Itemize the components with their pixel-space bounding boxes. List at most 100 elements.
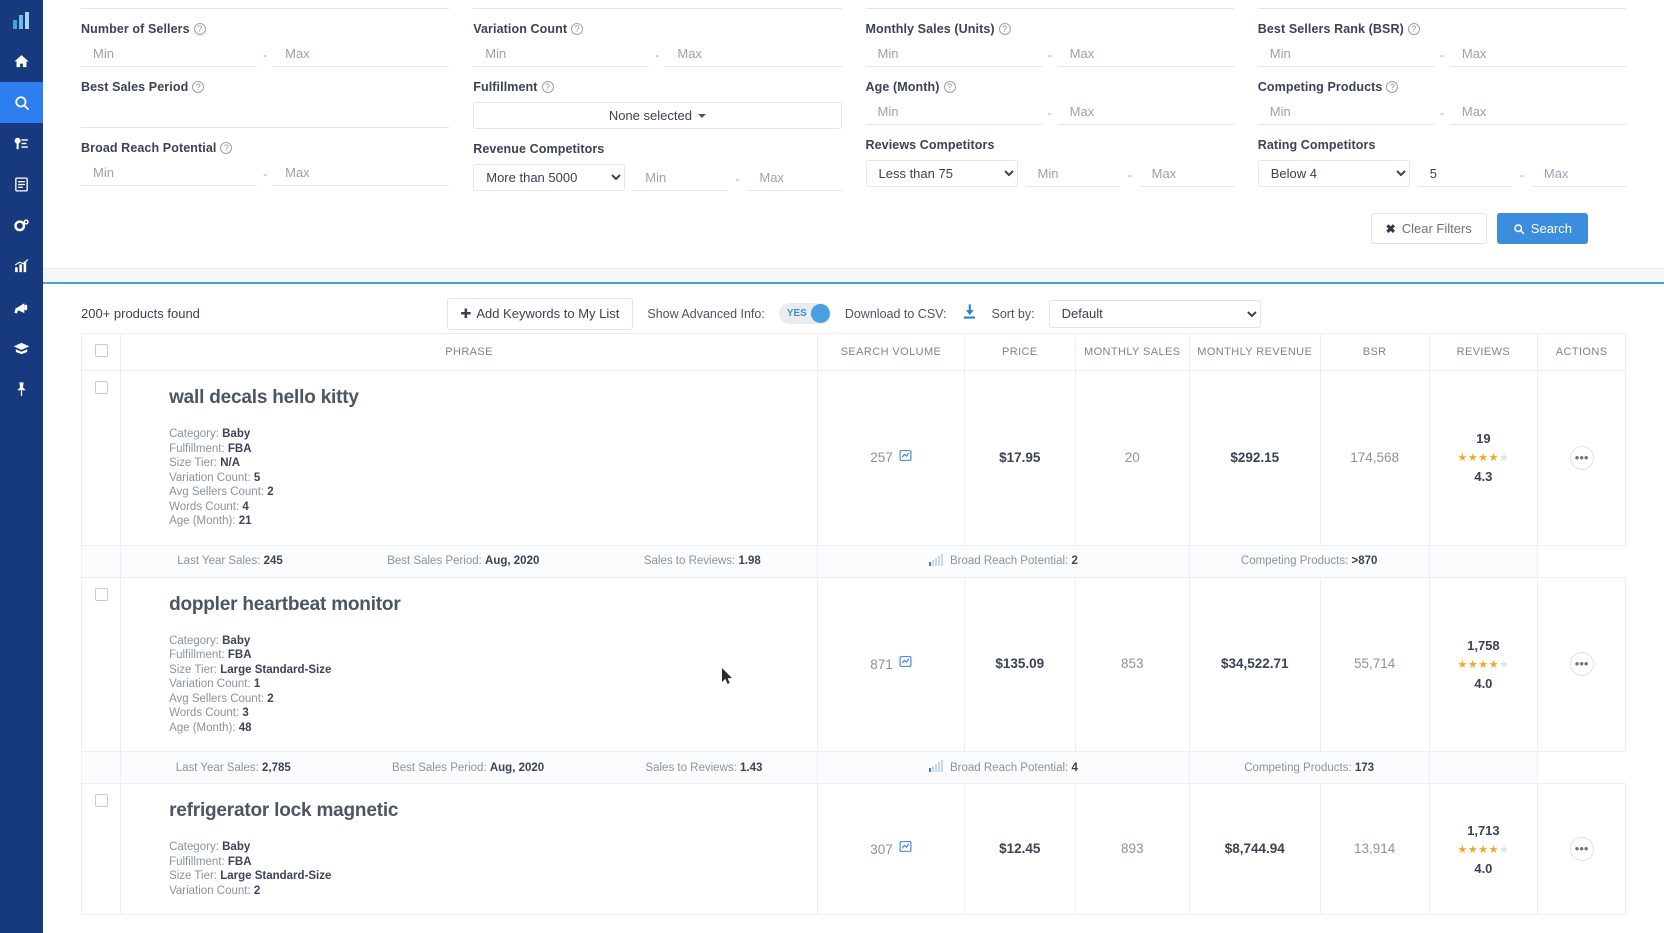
reviews-cell: 19 ★★★★★ 4.3	[1429, 371, 1538, 546]
max-input[interactable]	[273, 163, 449, 186]
max-input[interactable]	[273, 44, 449, 67]
sidebar-item-promotions[interactable]	[0, 287, 43, 328]
phrase-title[interactable]: refrigerator lock magnetic	[169, 800, 817, 822]
add-keywords-button[interactable]: ✚ Add Keywords to My List	[446, 298, 633, 330]
max-input[interactable]	[1058, 102, 1234, 125]
trend-chart-icon[interactable]	[899, 840, 912, 858]
row-actions-button[interactable]: •••	[1570, 837, 1594, 861]
app-logo[interactable]	[0, 0, 43, 41]
min-input[interactable]	[1026, 164, 1120, 187]
meta-value: Large Standard-Size	[220, 664, 331, 676]
sidebar-item-keywords[interactable]	[0, 123, 43, 164]
help-icon[interactable]: ?	[192, 81, 204, 93]
reviews-competitors-select[interactable]: Less than 75	[866, 160, 1018, 187]
table-body: wall decals hello kitty Category: BabyFu…	[82, 371, 1626, 915]
min-input[interactable]	[866, 44, 1042, 67]
min-input[interactable]	[81, 44, 257, 67]
broad-reach-cell: Broad Reach Potential: 2	[818, 545, 1190, 577]
meta-value: Baby	[222, 428, 250, 440]
col-monthly-sales[interactable]: MONTHLY SALES	[1075, 334, 1189, 371]
table-row[interactable]: refrigerator lock magnetic Category: Bab…	[82, 784, 1626, 915]
toggle-value: YES	[787, 308, 807, 319]
row-checkbox[interactable]	[95, 794, 108, 807]
trend-chart-icon[interactable]	[899, 449, 912, 467]
col-search-volume[interactable]: SEARCH VOLUME	[818, 334, 965, 371]
max-input[interactable]	[1058, 44, 1234, 67]
help-icon[interactable]: ?	[571, 23, 583, 35]
min-input[interactable]	[81, 163, 257, 186]
sub-spacer	[82, 545, 121, 577]
min-input[interactable]	[866, 102, 1042, 125]
max-input[interactable]	[1450, 44, 1626, 67]
min-input[interactable]	[1258, 102, 1434, 125]
rating-competitors-select[interactable]: Below 4	[1258, 160, 1410, 187]
meta-value: 3	[242, 707, 248, 719]
phrase-title[interactable]: doppler heartbeat monitor	[169, 594, 817, 616]
max-input[interactable]	[1140, 164, 1234, 187]
col-monthly-revenue[interactable]: MONTHLY REVENUE	[1189, 334, 1320, 371]
help-icon[interactable]: ?	[1408, 23, 1420, 35]
sidebar-item-search[interactable]	[0, 82, 43, 123]
bar-chart-logo-icon	[12, 11, 31, 30]
filter-label: Fulfillment ?	[473, 79, 841, 94]
download-icon[interactable]	[961, 303, 978, 325]
meta-line: Words Count: 3	[169, 706, 817, 721]
row-checkbox[interactable]	[95, 588, 108, 601]
max-input[interactable]	[1532, 164, 1626, 187]
fulfillment-dropdown[interactable]: None selected	[473, 102, 841, 129]
min-input[interactable]	[1258, 44, 1434, 67]
col-reviews[interactable]: REVIEWS	[1429, 334, 1538, 371]
col-bsr[interactable]: BSR	[1320, 334, 1429, 371]
max-input[interactable]	[1450, 102, 1626, 125]
min-input[interactable]	[633, 168, 727, 191]
sidebar-item-pinned[interactable]	[0, 369, 43, 410]
row-actions-button[interactable]: •••	[1570, 652, 1594, 676]
help-icon[interactable]: ?	[194, 23, 206, 35]
help-icon[interactable]: ?	[944, 81, 956, 93]
sidebar-item-academy[interactable]	[0, 328, 43, 369]
help-icon[interactable]: ?	[999, 23, 1011, 35]
help-icon[interactable]: ?	[220, 142, 232, 154]
star-icon: ★	[1457, 452, 1467, 464]
meta-line: Size Tier: N/A	[169, 456, 817, 471]
sort-by-select[interactable]: Default	[1049, 300, 1261, 328]
range-dash: -	[263, 48, 267, 67]
phrase-title[interactable]: wall decals hello kitty	[169, 387, 817, 409]
sidebar-item-analytics[interactable]	[0, 246, 43, 287]
max-input[interactable]	[747, 168, 841, 191]
select-all-checkbox[interactable]	[95, 344, 108, 357]
search-button[interactable]: Search	[1497, 213, 1588, 244]
sidebar-item-listing[interactable]	[0, 164, 43, 205]
clear-filters-button[interactable]: ✖ Clear Filters	[1371, 213, 1487, 244]
range-dash: -	[1520, 168, 1524, 187]
help-icon[interactable]: ?	[1386, 81, 1398, 93]
table-row[interactable]: doppler heartbeat monitor Category: Baby…	[82, 577, 1626, 752]
sidebar-item-home[interactable]	[0, 41, 43, 82]
sidebar-item-tools[interactable]	[0, 205, 43, 246]
bsr-cell: 13,914	[1320, 784, 1429, 915]
price-value: $135.09	[995, 656, 1044, 671]
rating-value: 4.0	[1430, 676, 1538, 691]
monthly-sales-cell: 20	[1075, 371, 1189, 546]
rating-value: 4.3	[1430, 469, 1538, 484]
magnifier-icon	[13, 94, 31, 112]
col-actions: ACTIONS	[1538, 334, 1626, 371]
col-price[interactable]: PRICE	[964, 334, 1075, 371]
filter-label: Rating Competitors	[1258, 137, 1626, 152]
row-actions-button[interactable]: •••	[1570, 446, 1594, 470]
trend-chart-icon[interactable]	[899, 655, 912, 673]
filter-label-text: Best Sellers Rank (BSR)	[1258, 22, 1404, 36]
best-sales-period-input[interactable]	[81, 102, 449, 128]
max-input[interactable]	[665, 44, 841, 67]
filter-label-text: Reviews Competitors	[866, 138, 995, 152]
show-advanced-toggle[interactable]: YES	[779, 303, 831, 324]
help-icon[interactable]: ?	[542, 81, 554, 93]
broad-reach-cell: Broad Reach Potential: 4	[818, 752, 1190, 784]
min-input[interactable]	[473, 44, 649, 67]
row-checkbox[interactable]	[95, 381, 108, 394]
sub-actions-spacer	[1429, 545, 1538, 577]
col-phrase[interactable]: PHRASE	[121, 334, 818, 371]
table-row[interactable]: wall decals hello kitty Category: BabyFu…	[82, 371, 1626, 546]
revenue-competitors-select[interactable]: More than 5000	[473, 164, 625, 191]
min-input[interactable]	[1418, 164, 1512, 187]
